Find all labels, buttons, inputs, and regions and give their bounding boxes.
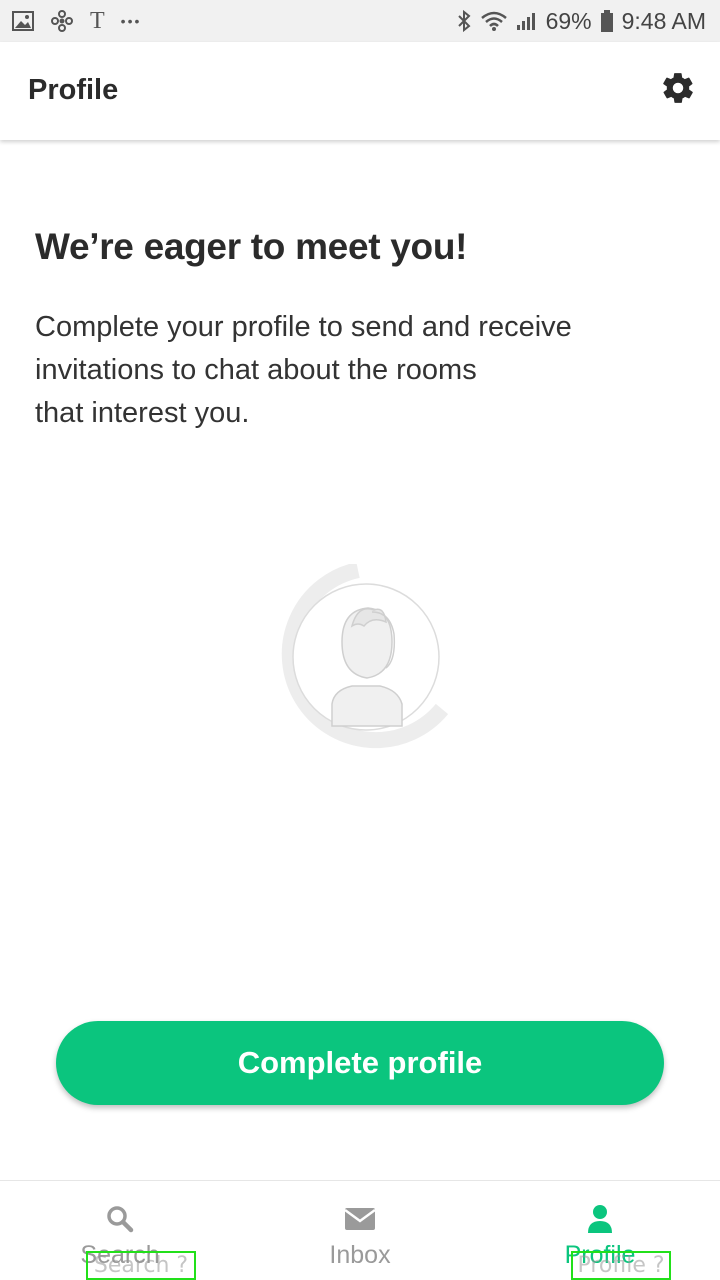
status-bar-right: 69% 9:48 AM [456,6,706,36]
status-bar: T ••• 69% 9:48 AM [0,0,720,42]
headline: We’re eager to meet you! [35,226,468,267]
description-line: that interest you. [35,397,250,429]
search-icon [105,1203,135,1235]
description: Complete your profile to send and receiv… [35,306,655,435]
wifi-icon [480,10,508,32]
nav-item-inbox[interactable]: Inbox [260,1181,460,1280]
mail-icon [344,1203,376,1235]
nav-label-inbox: Inbox [329,1241,391,1269]
complete-profile-button[interactable]: Complete profile [56,1021,664,1105]
more-dots-icon: ••• [120,13,142,29]
person-icon [587,1203,613,1235]
image-icon [12,11,34,31]
t-icon: T [90,7,105,34]
description-line: invitations to chat about the rooms [35,354,477,386]
page-title: Profile [28,74,119,106]
description-line: Complete your profile to send and receiv… [35,311,572,343]
settings-button[interactable] [658,70,698,110]
fan-icon [50,9,74,33]
search-hint-box: Search ? [86,1251,196,1280]
avatar-progress [272,562,449,750]
gear-icon [660,70,696,111]
profile-hint-box: Profile ? [571,1251,671,1280]
bluetooth-icon [456,9,472,33]
app-header: Profile [0,42,720,140]
status-bar-left: T ••• [12,8,141,34]
battery-icon [600,9,614,33]
avatar-placeholder-icon [281,562,449,749]
signal-icon [516,10,538,32]
status-time: 9:48 AM [621,7,706,34]
battery-percent: 69% [545,7,592,34]
